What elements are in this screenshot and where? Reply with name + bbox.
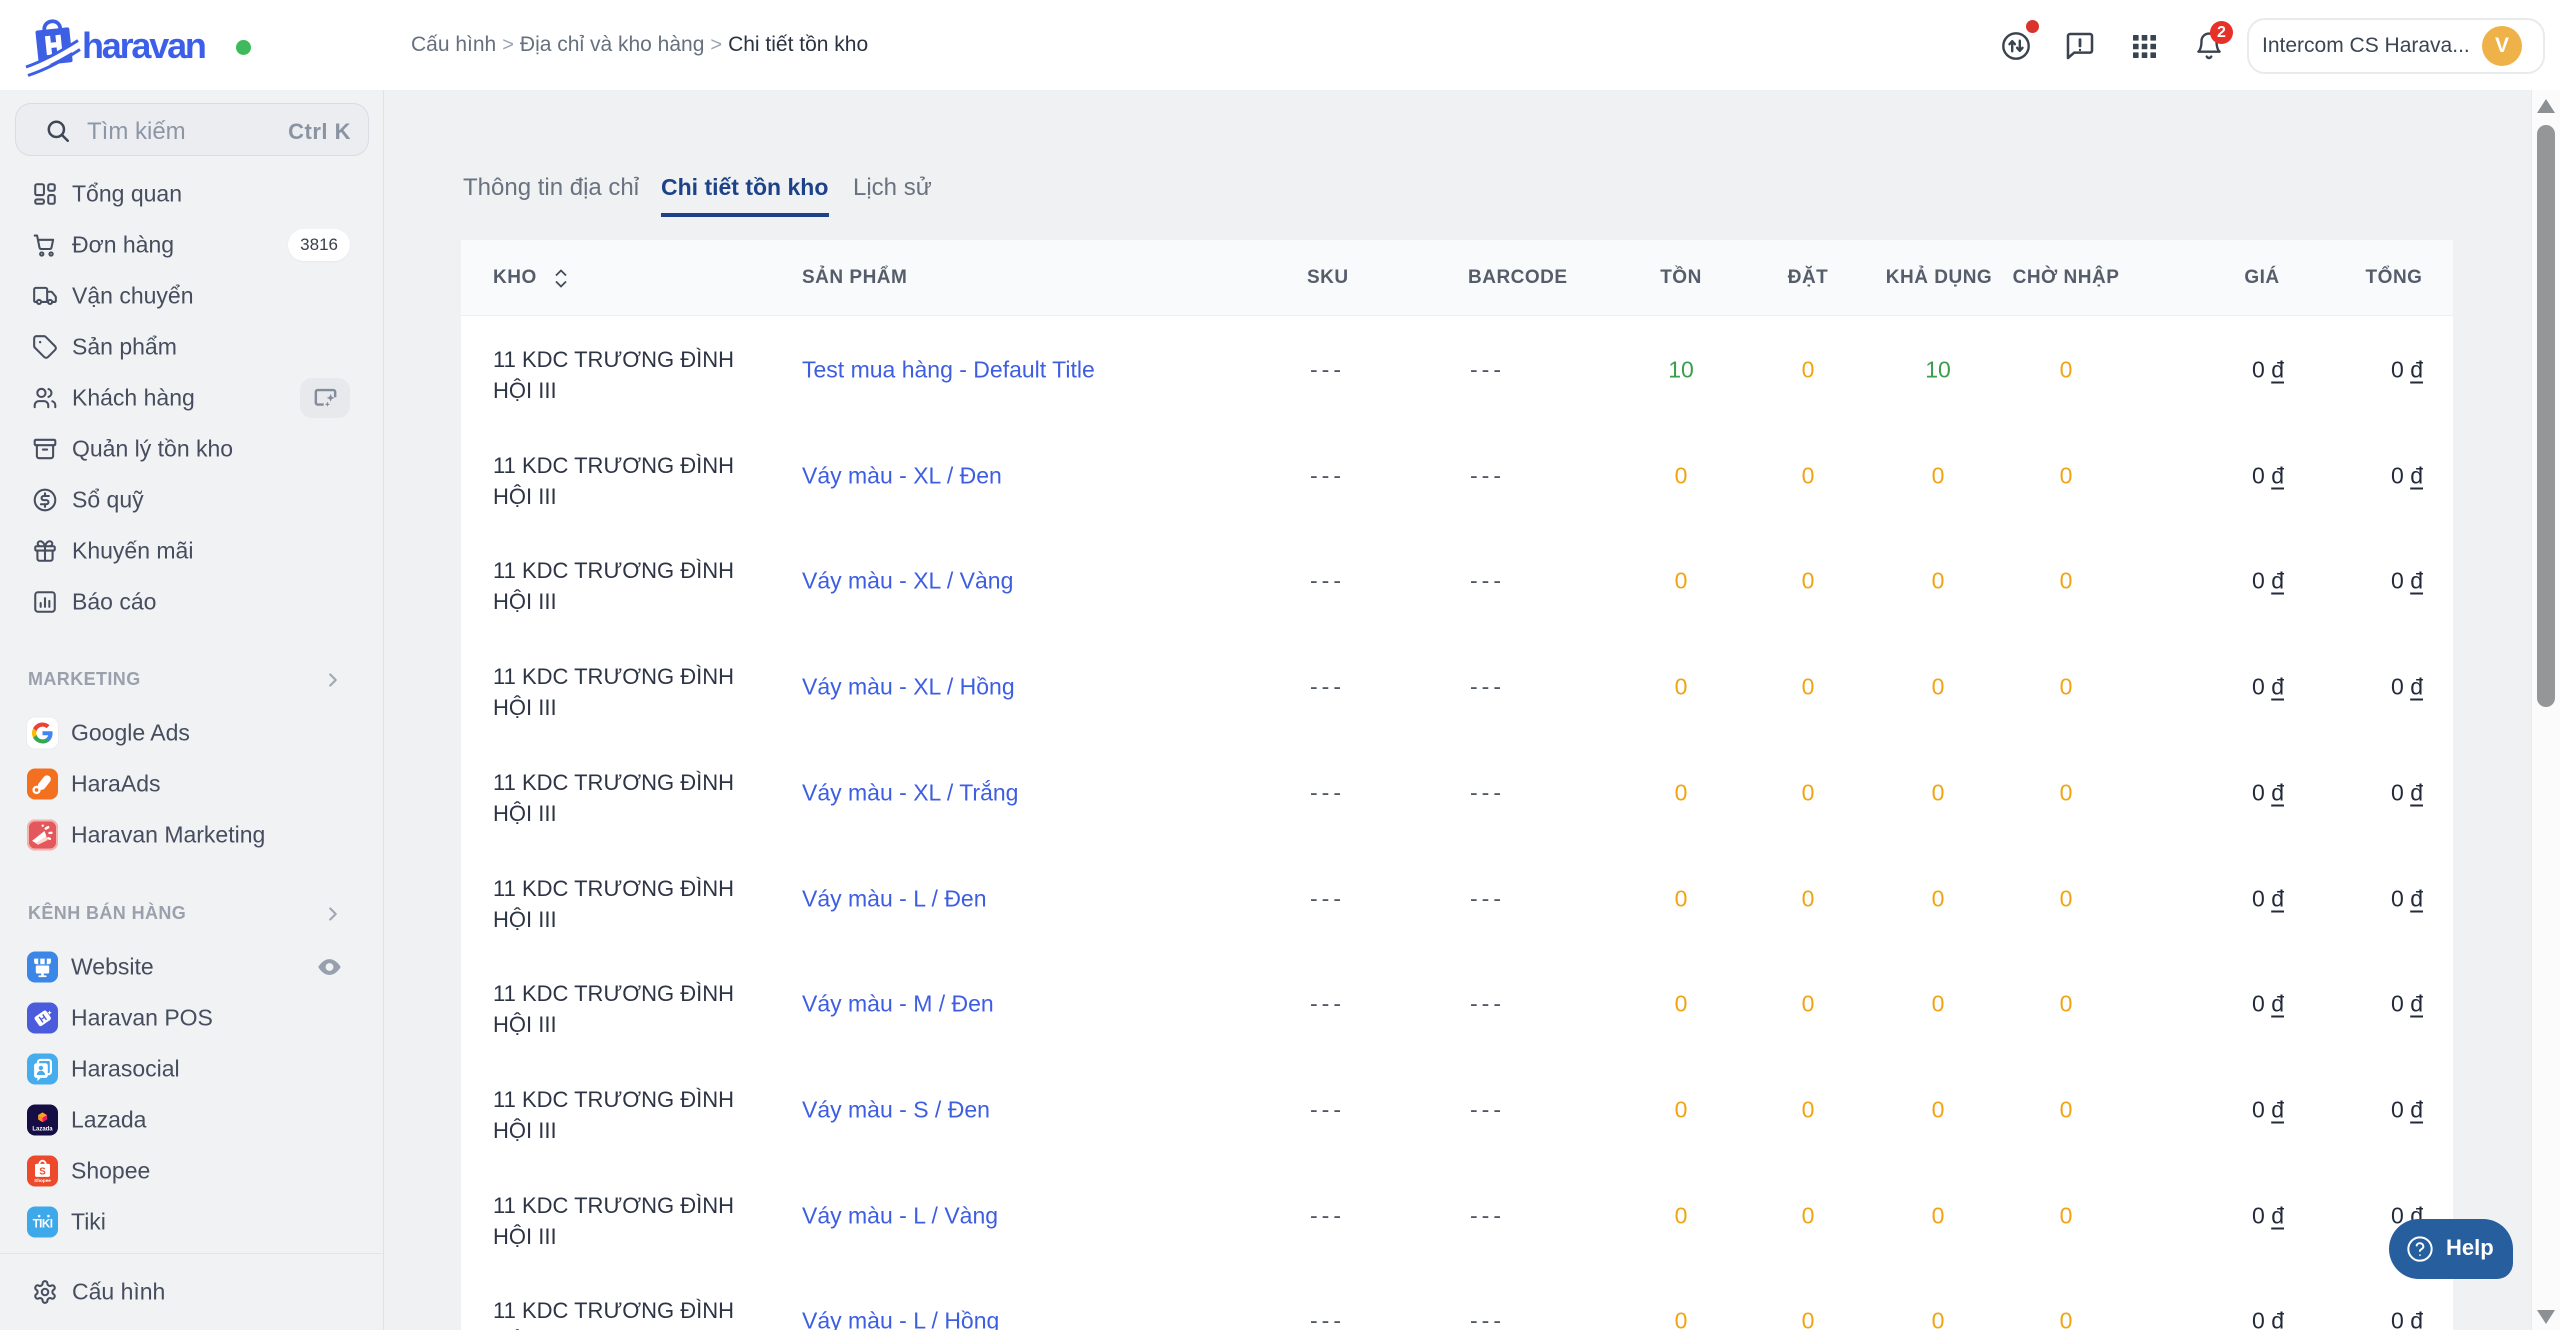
svg-text:Lazada: Lazada [32,1126,53,1132]
svg-text:Shopee: Shopee [34,1178,51,1183]
svg-text:S: S [39,1166,46,1177]
svg-text:TIKI: TIKI [33,1217,53,1230]
